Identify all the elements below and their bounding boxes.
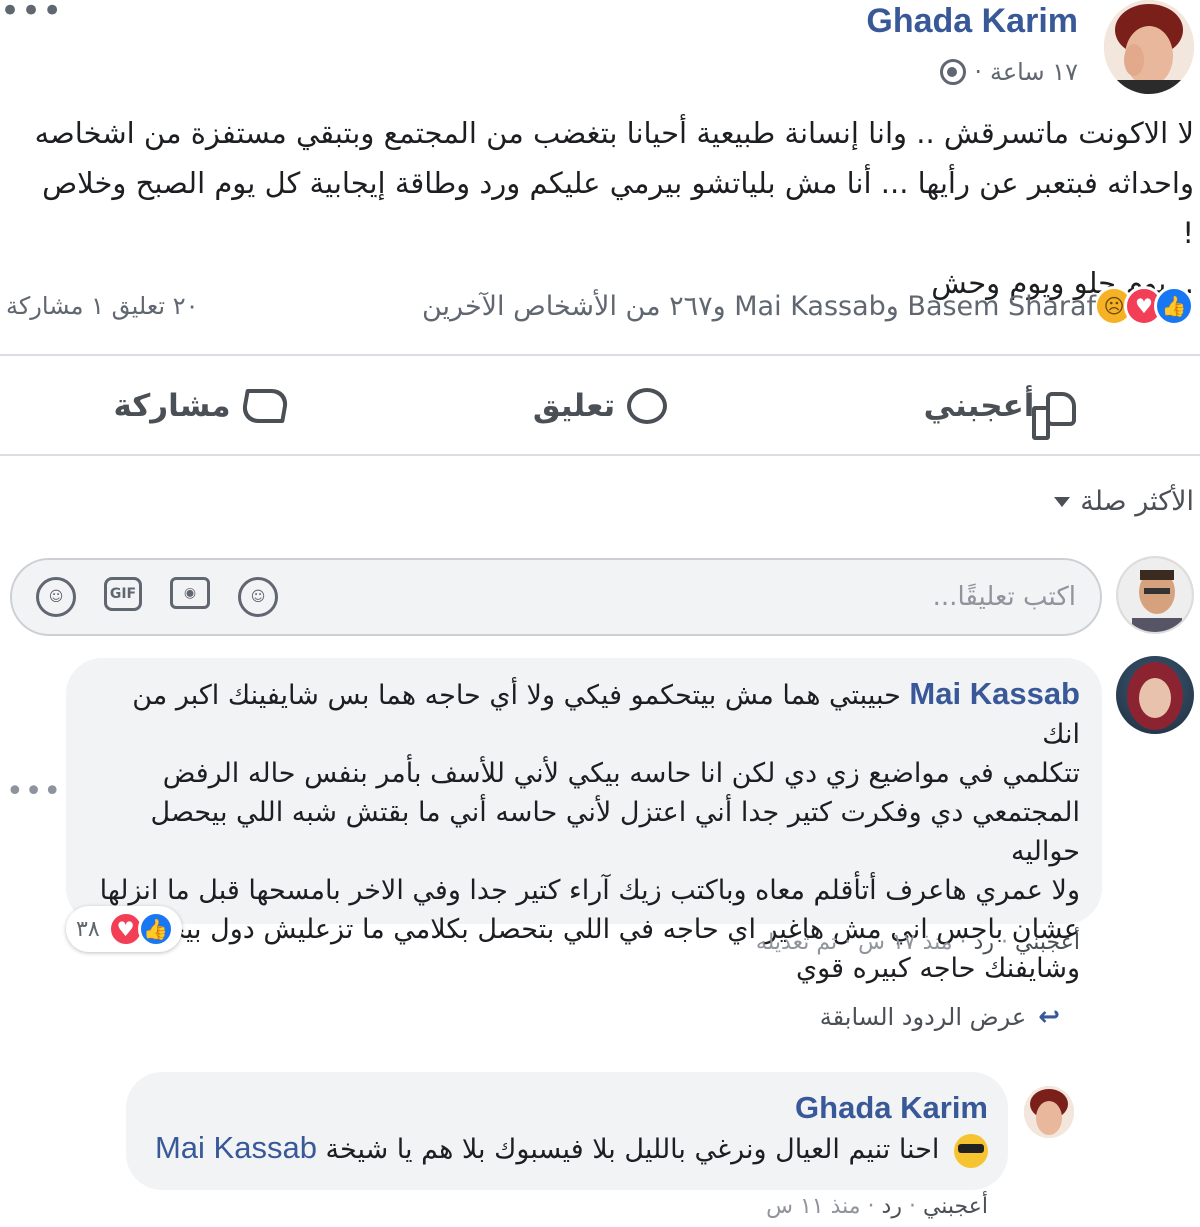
reply-line: احنا تنيم العيال ونرغي بالليل بلا فيسبوك…: [146, 1128, 988, 1170]
reactions-names[interactable]: Basem Sharaf وMai Kassab و٢٦٧ من الأشخاص…: [422, 291, 1096, 322]
reply-time[interactable]: منذ ١١ س: [766, 1194, 860, 1219]
avatar-photo-icon: [1104, 0, 1194, 94]
reply-like-link[interactable]: أعجبني: [923, 1194, 988, 1219]
separator: ·: [860, 1194, 882, 1219]
composer-icons: ☺ GIF ◉ ☺: [36, 577, 278, 617]
camera-icon[interactable]: ◉: [170, 577, 210, 609]
reply-actions: أعجبني · رد · منذ ١١ س: [766, 1194, 988, 1219]
separator: ·: [901, 1194, 923, 1219]
reactions-row: ٢٠ تعليق ١ مشاركة ☹ ♥ 👍 Basem Sharaf وMa…: [6, 282, 1194, 330]
reply-arrow-icon: ↩: [1038, 1002, 1060, 1032]
reply-reply-link[interactable]: رد: [882, 1194, 902, 1219]
author-avatar[interactable]: [1104, 0, 1194, 94]
post-text: لا الاكونت ماتسرقش .. وانا إنسانة طبيعية…: [30, 108, 1194, 308]
divider: [0, 454, 1200, 456]
avatar-photo-icon: [1118, 558, 1192, 632]
divider: [0, 354, 1200, 356]
reaction-icons: ☹ ♥ 👍: [1094, 286, 1194, 326]
separator: ·: [993, 930, 1015, 955]
commenter-avatar[interactable]: [1116, 656, 1194, 734]
globe-icon[interactable]: [940, 59, 967, 85]
current-user-avatar[interactable]: [1116, 556, 1194, 634]
reply-author[interactable]: Ghada Karim: [146, 1088, 988, 1128]
like-label: أعجبني: [923, 388, 1035, 424]
edited-label[interactable]: تم تعديله: [756, 930, 837, 955]
avatar-photo-icon: [1024, 1086, 1074, 1138]
comment-reactions[interactable]: ٣٨ ♥ 👍: [66, 906, 182, 952]
share-button[interactable]: مشاركة: [0, 360, 400, 452]
reply-mention[interactable]: Mai Kassab: [155, 1130, 317, 1165]
meta-separator: ·: [974, 58, 982, 86]
separator: ·: [837, 930, 859, 955]
sunglasses-emoji-icon: [954, 1133, 988, 1168]
speech-bubble-icon: [627, 388, 668, 424]
comment-line: تتكلمي في مواضيع زي دي لكن انا حاسه بيكي…: [162, 758, 1080, 789]
sticker-icon[interactable]: ☺: [36, 577, 76, 617]
emoji-icon[interactable]: ☺: [238, 577, 278, 617]
comment-bubble: Mai Kassab حبيبتي هما مش بيتحكمو فيكي ول…: [66, 658, 1102, 984]
comment-like-link[interactable]: أعجبني: [1015, 930, 1080, 955]
comment-input[interactable]: [756, 582, 1076, 612]
comment-options-icon[interactable]: •••: [6, 774, 62, 809]
comment-label: تعليق: [532, 388, 616, 424]
thumbs-up-icon: [1032, 392, 1077, 440]
gif-icon[interactable]: GIF: [104, 577, 142, 611]
like-icon: 👍: [137, 911, 174, 947]
comment-actions: أعجبني · رد · منذ ١٧ س · تم تعديله: [756, 930, 1080, 955]
comment-line: Mai Kassab حبيبتي هما مش بيتحكمو فيكي ول…: [88, 674, 1080, 754]
caret-down-icon: [1054, 496, 1071, 507]
separator: ·: [952, 930, 974, 955]
comment-composer[interactable]: ☺ GIF ◉ ☺: [10, 558, 1102, 636]
post-options-icon[interactable]: •••: [0, 0, 62, 30]
share-arrow-icon: [239, 389, 290, 423]
like-button[interactable]: أعجبني: [800, 360, 1200, 452]
post-action-bar: أعجبني تعليق مشاركة: [0, 360, 1200, 452]
share-label: مشاركة: [113, 388, 231, 424]
post-author-name[interactable]: Ghada Karim: [866, 2, 1078, 41]
sort-label: الأكثر صلة: [1080, 486, 1194, 517]
comment-sort-dropdown[interactable]: الأكثر صلة: [1054, 486, 1194, 517]
avatar-photo-icon: [1127, 662, 1183, 730]
post-time[interactable]: ١٧ ساعة: [990, 58, 1078, 86]
post-text-line: لا الاكونت ماتسرقش .. وانا إنسانة طبيعية…: [34, 116, 1194, 150]
reaction-icons: ♥ 👍: [107, 911, 174, 947]
reactions-summary[interactable]: ☹ ♥ 👍 Basem Sharaf وMai Kassab و٢٦٧ من ا…: [422, 286, 1194, 326]
reply-bubble: Ghada Karim احنا تنيم العيال ونرغي باللي…: [126, 1072, 1008, 1190]
reply-text: احنا تنيم العيال ونرغي بالليل بلا فيسبوك…: [325, 1134, 940, 1165]
previous-replies-label: عرض الردود السابقة: [819, 1003, 1027, 1031]
like-icon: 👍: [1154, 286, 1194, 326]
comment-reply-link[interactable]: رد: [974, 930, 994, 955]
comment-button[interactable]: تعليق: [400, 360, 800, 452]
post-meta: · ١٧ ساعة: [940, 54, 1078, 90]
view-previous-replies[interactable]: ↩ عرض الردود السابقة: [820, 1002, 1060, 1032]
comment-reaction-count: ٣٨: [76, 916, 100, 942]
reply-author-avatar[interactable]: [1024, 1086, 1074, 1138]
comment-share-counts[interactable]: ٢٠ تعليق ١ مشاركة: [6, 292, 198, 320]
comment-time[interactable]: منذ ١٧ س: [858, 930, 952, 955]
comment-line: المجتمعي دي وفكرت كتير جدا أني اعتزل لأن…: [150, 797, 1081, 867]
comment-author[interactable]: Mai Kassab: [909, 676, 1080, 711]
comment-line: ولا عمري هاعرف أتأقلم معاه وباكتب زيك آر…: [99, 875, 1080, 906]
post-text-line: واحداثه فبتعبر عن رأيها ... أنا مش بليات…: [42, 166, 1194, 250]
